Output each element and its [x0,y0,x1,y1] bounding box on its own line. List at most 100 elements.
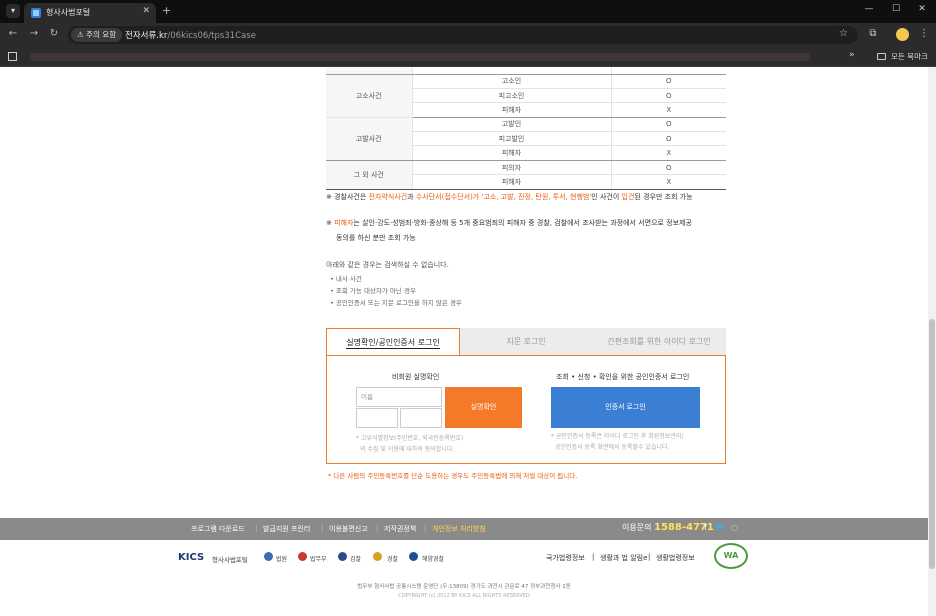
window-close-icon[interactable]: ✕ [915,4,929,14]
cert-login-title: 조회 • 신청 • 확인을 위한 공인인증서 로그인 [556,373,690,381]
bookmarks-bar: » 모든 북마크 [0,47,936,67]
kics-logo-subtitle: 형사사법포털 [212,556,248,564]
prosecution-icon [338,552,347,561]
page-scrollbar[interactable] [928,67,936,616]
consent-note-line2: 의 수집 및 이용에 대하여 동의합니다. [360,446,455,453]
minimize-icon[interactable]: — [862,4,876,14]
coast-guard-icon [409,552,418,561]
footer-separator: | [255,524,258,532]
help-label: 이용문의 [622,523,652,532]
table-cell-mark: X [611,174,726,190]
tab-label: 실명확인/공인인증서 로그인 [346,338,440,349]
table-cell-role: 피고소인 [412,88,612,104]
footer-link-program-download[interactable]: 프로그램 다운로드 [191,524,245,534]
footer-link-report[interactable]: 이용불편신고 [329,524,368,534]
table-cell-role: 피해자 [412,102,612,118]
back-icon[interactable]: ← [6,28,20,39]
table-cell-role: 고소인 [412,74,612,89]
url-path: /06kics06/tps31Case [167,31,256,41]
all-bookmarks-link[interactable]: 모든 북마크 [891,51,928,62]
table-cell-category: 고소사건 [326,74,413,118]
profile-avatar[interactable] [896,28,909,41]
facebook-icon[interactable]: f [704,523,707,532]
note-text: 과 [407,193,416,201]
table-cell-role: 피해자 [412,174,612,190]
twitter-icon[interactable]: 🐦 [715,523,725,532]
more-bookmarks-icon[interactable]: » [849,50,855,60]
maximize-icon[interactable]: ☐ [889,4,903,14]
cert-login-button[interactable]: 인증서 로그인 [551,387,700,428]
note-highlight: 수사단서(접수단서)가 '고소, 고발, 진정, 탄원, 투서, 현행범' [415,193,592,201]
tab-search-icon[interactable]: ▾ [6,4,20,18]
cert-note-line2: 공인인증서 등록 화면에서 등록할수 있습니다. [555,444,670,451]
new-tab-icon[interactable]: + [162,4,171,17]
kics-logo: KICS [178,552,205,563]
cert-note-line1: * 공인인증서 등록은 아이디 로그인 후 회원정보관리/ [551,433,684,440]
address-bar[interactable]: ⚠ 주의 요함 전자서류.kr/06kics06/tps31Case ☆ [68,26,858,44]
footer-link-printer[interactable]: 발급지원 프린터 [263,524,310,534]
login-panel: 비회원 실명확인 이름 실명확인 * 고유식별정보(주민번호, 외국인등록번호)… [326,355,726,464]
name-input[interactable]: 이름 [356,387,442,407]
org-coast-guard[interactable]: 해양경찰 [422,554,444,563]
bookmark-star-icon[interactable]: ☆ [839,28,848,39]
footer-link-copyright[interactable]: 저작권정책 [384,524,416,534]
chat-icon[interactable]: ◌ [731,523,738,532]
justice-ministry-icon [298,552,307,561]
note-highlight: 피해자 [334,219,354,227]
tab-bar: ▾ 형사사법포털 ✕ + — ☐ ✕ [0,0,936,23]
table-row: 그 외 사건 피의자 O [326,160,726,190]
rrn-back-input[interactable] [400,408,442,428]
footer-separator: | [376,524,379,532]
active-tab[interactable]: 형사사법포털 ✕ [24,3,156,23]
apps-grid-icon[interactable] [8,52,17,61]
note-text: 인 사건이 [591,193,622,201]
note-text: 된 경우만 조회 가능 [634,193,693,201]
tab-fingerprint-login[interactable]: 지문 로그인 [460,328,592,355]
site-favicon-icon [31,8,41,18]
reload-icon[interactable]: ↻ [47,28,61,39]
footer-copyright: COPYRIGHT (c) 2012 BY KICS ALL RIGHTS RE… [398,593,530,599]
scrollbar-thumb[interactable] [929,319,935,569]
victim-note: ※ 피해자는 살인·강도·성범죄·방화·중상해 등 5개 중요범죄의 피해자 중… [326,217,692,229]
link-life-law-info[interactable]: 생활법령정보 [656,553,695,563]
note-text: ※ 경찰사건은 [326,193,369,201]
url-text[interactable]: 전자서류.kr/06kics06/tps31Case [125,29,256,41]
footer-nav-bar: 프로그램 다운로드 | 발급지원 프린터 | 이용불편신고 | 저작권정책 | … [0,518,928,540]
tab-id-login[interactable]: 간편조회를 위한 아이디 로그인 [592,328,726,355]
tab-close-icon[interactable]: ✕ [142,6,150,16]
tab-title: 형사사법포털 [46,8,91,17]
login-tabs: 실명확인/공인인증서 로그인 지문 로그인 간편조회를 위한 아이디 로그인 [326,328,726,356]
org-court[interactable]: 법원 [276,554,287,563]
page-viewport: 고소사건 고소인 O 피고소인 O 피해자 X 고발사건 고발인 O 피고발인 … [0,67,936,616]
link-life-law-alert[interactable]: 생활과 법 알림e [600,553,647,563]
help-contact: 이용문의 1588-4771 [622,522,714,533]
forward-icon[interactable]: → [27,28,41,39]
org-prosecution[interactable]: 검찰 [350,554,361,563]
footer-link-privacy[interactable]: 개인정보 처리방침 [432,524,486,534]
identity-theft-warning: * 다른 사람의 주민등록번호를 단순 도용하는 경우도 주민등록법에 의해 처… [328,472,578,480]
table-cell-mark: O [611,88,726,104]
org-police[interactable]: 경찰 [387,554,398,563]
table-cell-role [412,67,612,75]
tab-real-name-cert-login[interactable]: 실명확인/공인인증서 로그인 [326,328,460,356]
real-name-verify-button[interactable]: 실명확인 [445,387,522,428]
link-law-info[interactable]: 국가법령정보 [546,553,585,563]
court-icon [264,552,273,561]
table-cell-role: 피고발인 [412,131,612,147]
restriction-title: 아래와 같은 경우는 검색하실 수 없습니다. [326,261,449,269]
extensions-icon[interactable]: ⧉ [866,28,880,39]
separator: | [648,553,651,561]
table-cell-role: 피해자 [412,145,612,161]
table-cell-mark: O [611,160,726,176]
table-cell-mark: O [611,117,726,133]
browser-window: ▾ 형사사법포털 ✕ + — ☐ ✕ ← → ↻ ⚠ 주의 요함 전자서류.kr… [0,0,936,616]
org-ministry[interactable]: 법무부 [310,554,327,563]
folder-icon [877,53,886,60]
web-accessibility-badge: WA [714,543,748,569]
note-text: ※ [326,219,335,227]
restriction-item: • 조회 가능 대상자가 아닌 경우 [330,287,416,295]
menu-icon[interactable]: ⋮ [917,28,931,39]
security-chip[interactable]: ⚠ 주의 요함 [71,28,123,42]
police-case-note: ※ 경찰사건은 전자약식사건과 수사단서(접수단서)가 '고소, 고발, 진정,… [326,191,693,203]
rrn-front-input[interactable] [356,408,398,428]
